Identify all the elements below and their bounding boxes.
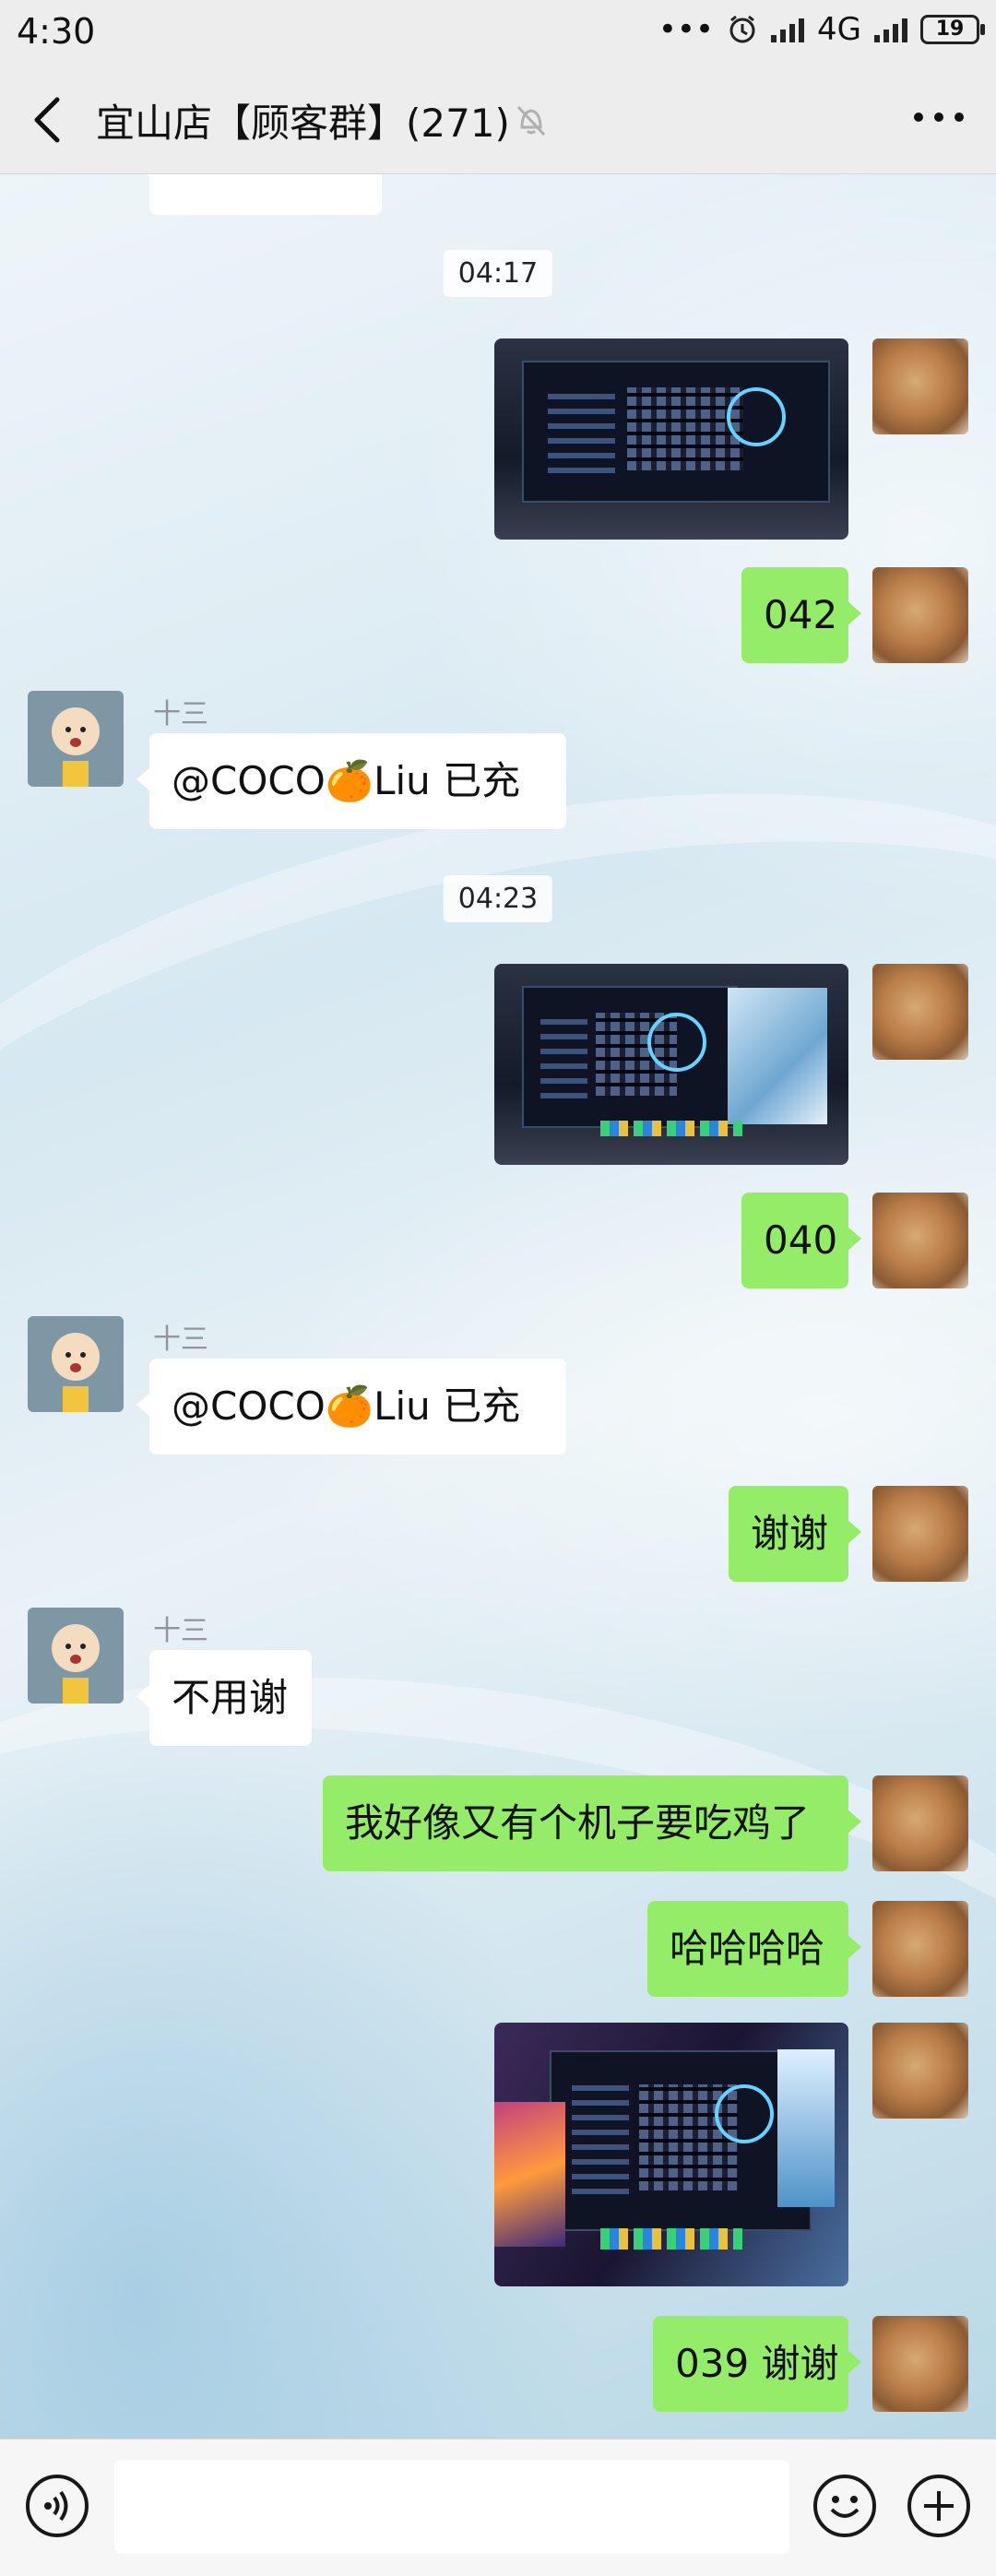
promo-panel: [777, 2048, 835, 2208]
my-avatar[interactable]: [872, 1486, 968, 1582]
taskbar-strip: [600, 1121, 742, 1137]
cartoon-avatar-icon: [52, 1333, 100, 1412]
my-avatar[interactable]: [872, 2023, 968, 2119]
back-chevron-icon[interactable]: [26, 94, 72, 146]
status-icons: ••• 4G 19: [658, 11, 985, 48]
emoji-button[interactable]: [813, 2475, 876, 2537]
my-avatar[interactable]: [872, 964, 968, 1060]
plus-icon: [924, 2491, 954, 2521]
game-screenshot-photo: [522, 986, 738, 1128]
image-message[interactable]: [494, 964, 848, 1165]
contact-avatar[interactable]: [28, 1608, 124, 1703]
image-message[interactable]: [494, 338, 848, 540]
taskbar-strip: [600, 2228, 742, 2250]
input-bar: [0, 2439, 996, 2576]
timestamp: 04:17: [443, 250, 553, 297]
chat-message-list[interactable]: 04:17 042 十三 @COCO🍊Liu 已充 04:23 040 十三 @…: [0, 174, 996, 2439]
contact-avatar[interactable]: [28, 1316, 124, 1412]
alarm-icon: [729, 15, 755, 43]
contact-message-bubble[interactable]: @COCO🍊Liu 已充: [136, 733, 566, 829]
muted-bell-icon: [516, 105, 546, 137]
game-poster: [494, 2101, 565, 2248]
voice-icon: [44, 2490, 68, 2522]
notification-dots-icon: •••: [658, 11, 715, 48]
my-message-bubble[interactable]: 哈哈哈哈: [647, 1901, 861, 1997]
game-screenshot-photo: [522, 361, 830, 503]
cartoon-avatar-icon: [52, 1624, 100, 1703]
my-avatar[interactable]: [872, 338, 968, 434]
my-avatar[interactable]: [872, 567, 968, 663]
sender-name: 十三: [153, 1615, 208, 1647]
game-screenshot-photo: [550, 2050, 812, 2231]
image-message[interactable]: [494, 2023, 848, 2286]
more-dots-icon[interactable]: [909, 103, 968, 131]
contact-message-bubble[interactable]: 不用谢: [136, 1650, 312, 1746]
emoji-icon: [830, 2496, 860, 2518]
status-time: 4:30: [17, 11, 96, 52]
battery-icon: 19: [920, 15, 985, 44]
my-avatar[interactable]: [872, 1901, 968, 1997]
message-bubble-partial[interactable]: [136, 174, 382, 215]
network-type: 4G: [817, 11, 861, 48]
voice-button[interactable]: [26, 2475, 89, 2537]
my-message-bubble[interactable]: 042: [741, 567, 861, 663]
promo-panel: [728, 988, 827, 1125]
signal-icon: [771, 17, 805, 42]
cartoon-avatar-icon: [52, 707, 100, 787]
more-actions-button[interactable]: [907, 2475, 970, 2537]
status-bar: 4:30 ••• 4G 19: [0, 0, 996, 66]
my-message-bubble[interactable]: 040: [741, 1193, 861, 1288]
contact-avatar[interactable]: [28, 691, 124, 787]
my-message-bubble[interactable]: 我好像又有个机子要吃鸡了: [323, 1775, 861, 1871]
message-input[interactable]: [114, 2460, 789, 2554]
my-message-bubble[interactable]: 039 谢谢: [653, 2316, 861, 2412]
sender-name: 十三: [153, 698, 208, 730]
chat-title: 宜山店【顾客群】(271): [96, 101, 510, 146]
my-avatar[interactable]: [872, 1193, 968, 1288]
timestamp: 04:23: [443, 875, 553, 922]
contact-message-bubble[interactable]: @COCO🍊Liu 已充: [136, 1359, 566, 1454]
my-message-bubble[interactable]: 谢谢: [729, 1486, 861, 1582]
my-avatar[interactable]: [872, 1775, 968, 1871]
sender-name: 十三: [153, 1324, 208, 1356]
chat-header: 宜山店【顾客群】(271): [0, 66, 996, 174]
signal-icon-2: [874, 17, 907, 42]
my-avatar[interactable]: [872, 2316, 968, 2412]
